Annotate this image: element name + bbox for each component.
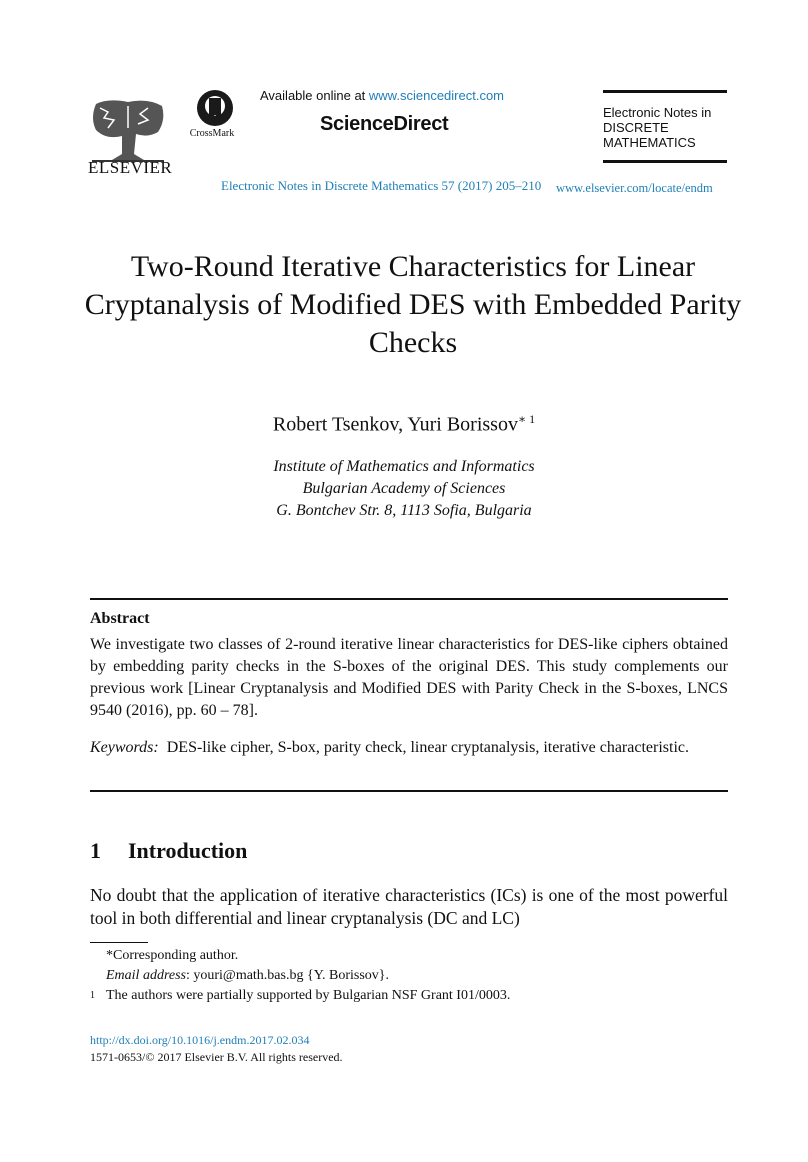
- crossmark-icon[interactable]: [190, 88, 240, 128]
- section-number: 1: [90, 838, 101, 863]
- badge-rule-bottom: [603, 160, 727, 163]
- keywords: Keywords: DES-like cipher, S-box, parity…: [90, 737, 728, 759]
- crossmark-label: CrossMark: [189, 128, 235, 139]
- section-title: Introduction: [128, 838, 248, 863]
- footnote-1-text: The authors were partially supported by …: [106, 988, 511, 1003]
- badge-line-2: DISCRETE: [603, 120, 669, 135]
- author-names: Robert Tsenkov, Yuri Borissov: [272, 413, 518, 436]
- section-heading: 1 Introduction: [90, 838, 247, 864]
- footnote-email: Email address: youri@math.bas.bg {Y. Bor…: [90, 966, 728, 986]
- copyright: 1571-0653/© 2017 Elsevier B.V. All right…: [90, 1050, 343, 1064]
- section-body: No doubt that the application of iterati…: [90, 885, 728, 928]
- affiliation-line: Institute of Mathematics and Informatics: [273, 458, 535, 475]
- available-prefix: Available online at: [260, 88, 369, 103]
- footnote-1-mark: 1: [90, 990, 95, 1001]
- email-value: : youri@math.bas.bg {Y. Borissov}.: [185, 968, 390, 983]
- abstract-text: We investigate two classes of 2-round it…: [90, 636, 728, 719]
- badge-rule-top: [603, 90, 727, 93]
- affiliation-line: G. Bontchev Str. 8, 1113 Sofia, Bulgaria: [276, 502, 532, 519]
- footnote-corresponding: *Corresponding author.: [106, 948, 239, 963]
- journal-badge: Electronic Notes in DISCRETE MATHEMATICS: [603, 88, 727, 165]
- email-label: Email address: [106, 968, 186, 983]
- doi-link[interactable]: http://dx.doi.org/10.1016/j.endm.2017.02…: [90, 1033, 309, 1048]
- journal-reference[interactable]: Electronic Notes in Discrete Mathematics…: [221, 178, 541, 194]
- paper-title: Two-Round Iterative Characteristics for …: [84, 250, 742, 359]
- sciencedirect-link[interactable]: www.sciencedirect.com: [369, 88, 504, 103]
- abstract-rule-top: [90, 598, 728, 600]
- journal-badge-title: Electronic Notes in DISCRETE MATHEMATICS: [603, 105, 727, 150]
- journal-url-link[interactable]: www.elsevier.com/locate/endm: [556, 181, 713, 196]
- keywords-label: Keywords:: [90, 739, 159, 756]
- affiliation: Institute of Mathematics and Informatics…: [0, 456, 808, 522]
- abstract-heading: Abstract: [90, 610, 150, 627]
- author-marks: ∗ 1: [517, 412, 536, 426]
- footnote-1: 1 The authors were partially supported by…: [90, 986, 728, 1006]
- badge-line-1: Electronic Notes in: [603, 105, 712, 120]
- footnote-rule: [90, 942, 148, 943]
- keywords-text: DES-like cipher, S-box, parity check, li…: [166, 739, 689, 756]
- badge-line-3: MATHEMATICS: [603, 135, 696, 150]
- available-online: Available online at www.sciencedirect.co…: [260, 88, 504, 103]
- elsevier-wordmark: ELSEVIER: [88, 158, 173, 177]
- authors: Robert Tsenkov, Yuri Borissov∗ 1: [0, 412, 808, 437]
- footnotes: *Corresponding author. Email address: yo…: [90, 946, 728, 1006]
- sciencedirect-logo: ScienceDirect: [320, 113, 449, 135]
- abstract-rule-bottom: [90, 790, 728, 792]
- affiliation-line: Bulgarian Academy of Sciences: [302, 480, 506, 497]
